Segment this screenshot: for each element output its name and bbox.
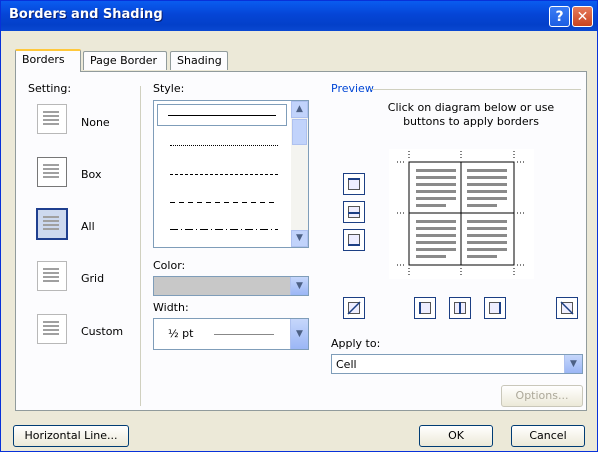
scroll-thumb[interactable] [292, 119, 307, 145]
width-label: Width: [153, 301, 189, 314]
style-list[interactable]: ▲ ▼ [153, 100, 309, 248]
right-border-button[interactable] [484, 297, 506, 319]
diagonal-down-border-button[interactable] [556, 297, 578, 319]
style-item-dotted[interactable] [170, 145, 278, 146]
setting-all-icon [36, 208, 68, 240]
cancel-button[interactable]: Cancel [511, 425, 585, 447]
divider [140, 86, 141, 406]
help-button[interactable]: ? [549, 6, 570, 27]
preview-diagram[interactable] [389, 149, 534, 279]
window-title: Borders and Shading [9, 7, 163, 22]
setting-custom-label: Custom [81, 325, 124, 338]
setting-grid-label: Grid [81, 272, 105, 285]
setting-box-icon [37, 157, 67, 187]
horizontal-line-button[interactable]: Horizontal Line... [13, 425, 129, 447]
tab-borders[interactable]: Borders [15, 49, 81, 72]
setting-all-label: All [81, 220, 95, 233]
tab-page-border[interactable]: Page Border [83, 51, 167, 70]
preview-label: Preview [331, 82, 374, 95]
apply-to-value: Cell [336, 358, 357, 371]
setting-grid-icon [37, 261, 67, 291]
width-dropdown[interactable]: ½ pt ▼ [153, 318, 309, 350]
left-border-button[interactable] [414, 297, 436, 319]
chevron-down-icon[interactable]: ▼ [290, 277, 308, 295]
options-button[interactable]: Options... [501, 385, 583, 407]
borders-tab-panel: Setting: None Box All Grid Custom Style:… [15, 71, 587, 411]
style-scrollbar[interactable]: ▲ ▼ [291, 101, 308, 247]
style-label: Style: [153, 82, 185, 95]
table-grid-preview [397, 151, 526, 276]
top-border-button[interactable] [343, 173, 365, 195]
close-button[interactable]: ✕ [572, 6, 593, 27]
style-item-selected[interactable] [157, 104, 287, 126]
width-value: ½ pt [168, 327, 194, 340]
ok-button[interactable]: OK [419, 425, 493, 447]
style-item-dash-dot[interactable] [170, 229, 278, 230]
preview-instructions: Click on diagram below or use buttons to… [387, 101, 555, 128]
preview-divider [371, 89, 581, 90]
color-dropdown[interactable]: ▼ [153, 276, 309, 296]
bottom-border-button[interactable] [343, 229, 365, 251]
style-item-dashed[interactable] [170, 174, 278, 175]
setting-none-label: None [81, 116, 110, 129]
inside-horizontal-border-button[interactable] [343, 201, 365, 223]
scroll-up-icon[interactable]: ▲ [291, 101, 308, 118]
tab-shading[interactable]: Shading [170, 51, 228, 70]
title-bar[interactable]: Borders and Shading ? ✕ [1, 1, 597, 31]
scroll-down-icon[interactable]: ▼ [291, 230, 308, 247]
diagonal-up-border-button[interactable] [343, 297, 365, 319]
setting-box-label: Box [81, 168, 102, 181]
apply-to-label: Apply to: [331, 337, 381, 350]
chevron-down-icon[interactable]: ▼ [564, 355, 582, 373]
setting-label: Setting: [28, 82, 72, 95]
inside-vertical-border-button[interactable] [449, 297, 471, 319]
style-item-dash-dense[interactable] [170, 202, 278, 203]
setting-custom-icon [37, 314, 67, 344]
apply-to-dropdown[interactable]: Cell ▼ [331, 354, 583, 374]
setting-none-icon [37, 104, 67, 134]
dialog-window: Borders and Shading ? ✕ Borders Page Bor… [0, 0, 598, 452]
chevron-down-icon[interactable]: ▼ [290, 319, 308, 349]
color-label: Color: [153, 259, 186, 272]
